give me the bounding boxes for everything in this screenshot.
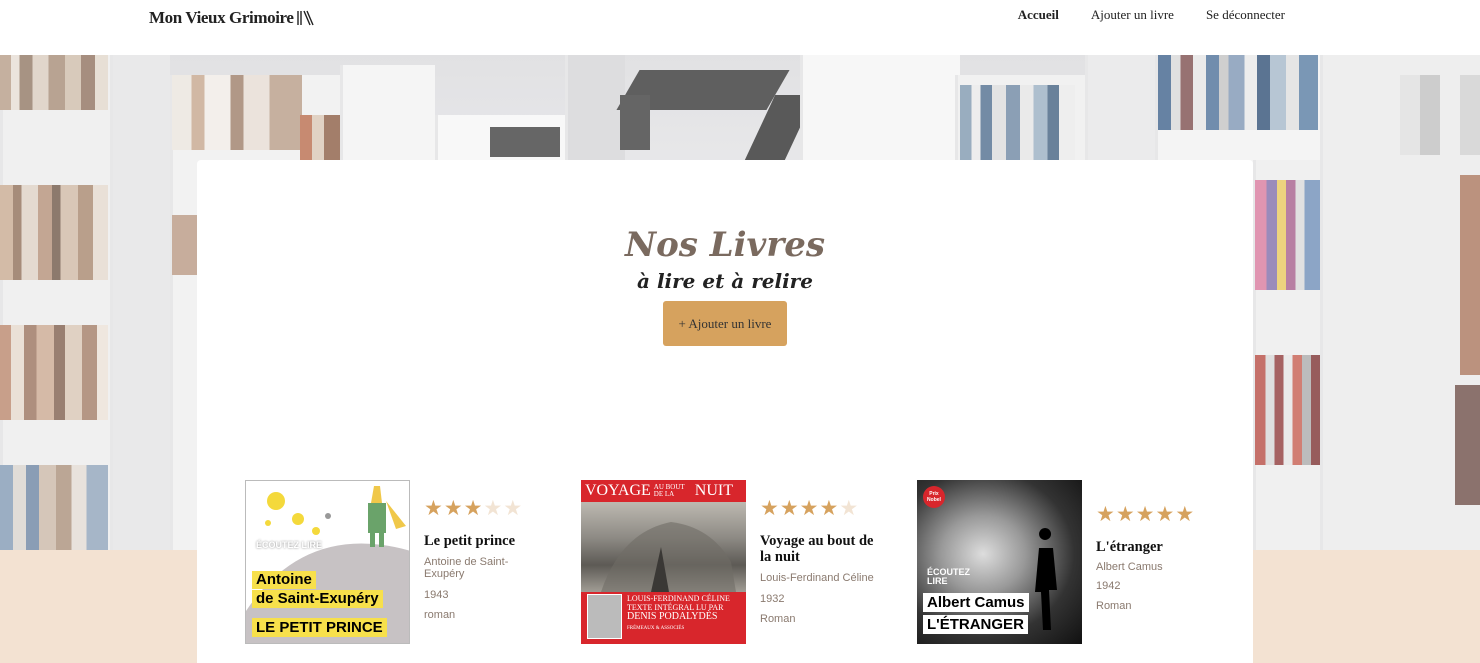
rating-stars: ★ ★ ★ ★ ★ <box>1096 504 1211 525</box>
cover-badge: ÉCOUTEZ LIRE <box>256 540 323 550</box>
logo[interactable]: Mon Vieux Grimoire <box>149 8 314 28</box>
header: Mon Vieux Grimoire Accueil Ajouter un li… <box>0 0 1480 55</box>
star-icon: ★ <box>760 496 779 520</box>
book-genre: Roman <box>760 613 796 625</box>
book-year: 1942 <box>1096 580 1121 592</box>
tree-illustration-icon <box>601 522 736 592</box>
books-logo-icon <box>296 10 314 26</box>
nav-accueil[interactable]: Accueil <box>1018 7 1059 23</box>
cover-label-author: Albert Camus <box>923 593 1029 612</box>
rating-stars: ★ ★ ★ ★ ★ <box>424 498 539 519</box>
cover-label-bottom: LE PETIT PRINCE <box>252 618 387 637</box>
book-year: 1943 <box>424 589 449 601</box>
cover-label-mid: de Saint-Exupéry <box>252 590 383 608</box>
book-author: Louis-Ferdinand Céline <box>760 572 874 584</box>
cover-banner: VOYAGE AU BOUT DE LA NUIT <box>581 480 746 502</box>
star-icon: ★ <box>1175 502 1195 526</box>
main-nav: Accueil Ajouter un livre Se déconnecter <box>1018 7 1285 23</box>
cover-label-title: L'ÉTRANGER <box>923 615 1028 634</box>
book-info: ★ ★ ★ ★ ★ Voyage au bout de la nuit Louis-Fe… <box>760 480 875 644</box>
book-genre: Roman <box>1096 600 1132 612</box>
star-icon: ★ <box>799 496 819 520</box>
star-icon: ★ <box>1096 502 1115 526</box>
cover-publisher: FRÉMEAUX & ASSOCIÉS <box>627 626 685 631</box>
star-icon: ★ <box>1115 502 1135 526</box>
cover-credits: LOUIS-FERDINAND CÉLINE TEXTE INTÉGRAL LU… <box>627 594 730 633</box>
book-title[interactable]: Voyage au bout de la nuit <box>760 533 875 565</box>
cover-banner-b: AU BOUT DE LA <box>653 483 685 498</box>
book-cover[interactable]: ÉCOUTEZ LIRE Antoine de Saint-Exupéry LE… <box>245 480 410 644</box>
book-cover[interactable]: Prix Nobel ÉCOUTEZ LIRE Albert Camus L'É… <box>917 480 1082 644</box>
book-card-voyage-au-bout-de-la-nuit[interactable]: VOYAGE AU BOUT DE LA NUIT LOUIS-FERDINAN… <box>581 480 875 644</box>
cover-banner-c: NUIT <box>694 482 733 499</box>
cover-label-top: Antoine <box>252 571 316 589</box>
cover-line3: DENIS PODALYDÈS <box>627 611 718 622</box>
book-info: ★ ★ ★ ★ ★ Le petit prince Antoine de Saint-E… <box>424 480 539 644</box>
logo-text: Mon Vieux Grimoire <box>149 8 294 27</box>
star-icon: ★ <box>1155 502 1175 526</box>
book-title[interactable]: Le petit prince <box>424 533 539 549</box>
book-author: Antoine de Saint-Exupéry <box>424 556 509 580</box>
nav-se-deconnecter[interactable]: Se déconnecter <box>1206 7 1285 23</box>
book-cover[interactable]: VOYAGE AU BOUT DE LA NUIT LOUIS-FERDINAN… <box>581 480 746 644</box>
cover-line1: LOUIS-FERDINAND CÉLINE <box>627 594 730 603</box>
book-author: Albert Camus <box>1096 561 1163 573</box>
books-card: Nos Livres à lire et à relire + Ajouter … <box>197 160 1253 663</box>
book-title[interactable]: L'étranger <box>1096 539 1211 555</box>
add-book-button[interactable]: + Ajouter un livre <box>663 301 787 346</box>
star-icon: ★ <box>443 496 463 520</box>
nav-ajouter-un-livre[interactable]: Ajouter un livre <box>1091 7 1174 23</box>
book-year: 1932 <box>760 593 785 605</box>
cover-banner-a: VOYAGE <box>585 482 651 499</box>
star-icon: ★ <box>839 496 859 520</box>
star-icon: ★ <box>424 496 443 520</box>
book-card-l-etranger[interactable]: Prix Nobel ÉCOUTEZ LIRE Albert Camus L'É… <box>917 480 1211 644</box>
book-info: ★ ★ ★ ★ ★ L'étranger Albert Camus 1942 Roman <box>1096 480 1211 644</box>
star-icon: ★ <box>463 496 483 520</box>
star-icon: ★ <box>819 496 839 520</box>
star-icon: ★ <box>503 496 523 520</box>
cover-badge: ÉCOUTEZ LIRE <box>927 567 971 586</box>
page-subtitle: à lire et à relire <box>637 269 813 293</box>
narrator-photo <box>587 594 622 639</box>
star-icon: ★ <box>1135 502 1155 526</box>
page-title: Nos Livres <box>625 225 825 265</box>
book-card-le-petit-prince[interactable]: ÉCOUTEZ LIRE Antoine de Saint-Exupéry LE… <box>245 480 539 644</box>
star-icon: ★ <box>779 496 799 520</box>
book-genre: roman <box>424 609 456 621</box>
prize-badge: Prix Nobel <box>923 486 945 508</box>
star-icon: ★ <box>483 496 503 520</box>
rating-stars: ★ ★ ★ ★ ★ <box>760 498 875 519</box>
